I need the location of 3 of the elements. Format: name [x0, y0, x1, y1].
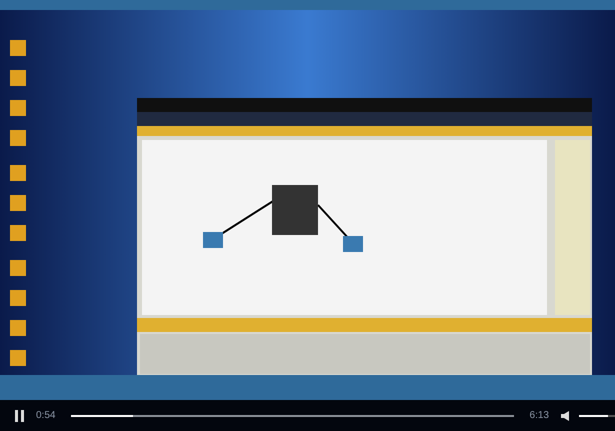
duration-time: 6:13 — [530, 409, 549, 423]
speaker-icon[interactable] — [561, 410, 571, 420]
elapsed-time: 0:54 — [36, 409, 56, 423]
